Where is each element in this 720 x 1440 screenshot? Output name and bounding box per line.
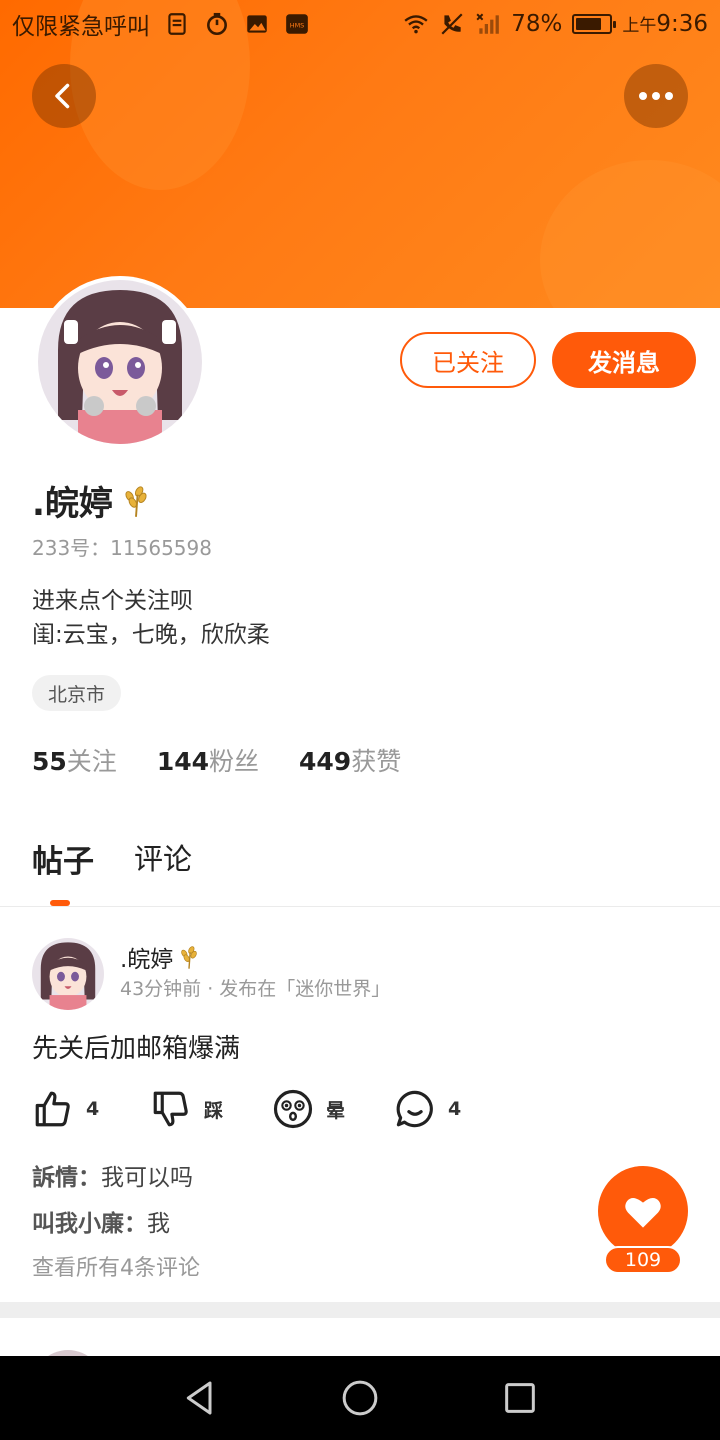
svg-text:HMS: HMS bbox=[290, 21, 305, 29]
more-dots-icon bbox=[639, 92, 673, 100]
like-count-badge: 109 bbox=[604, 1246, 682, 1274]
post-author-name[interactable]: .皖婷 bbox=[120, 940, 203, 974]
heart-icon bbox=[625, 1198, 661, 1228]
stopwatch-icon bbox=[204, 11, 230, 37]
system-nav-bar bbox=[0, 1356, 720, 1440]
nav-back-icon[interactable] bbox=[180, 1378, 220, 1418]
bio: 进来点个关注呗 闺:云宝，七晚，欣欣柔 bbox=[32, 588, 270, 648]
comment-preview[interactable]: 訴情：我可以吗 bbox=[32, 1158, 193, 1192]
clock: 上午9:36 bbox=[622, 11, 708, 37]
post-actions: 4 踩 晕 4 bbox=[32, 1088, 512, 1130]
wheat-badge-icon bbox=[181, 946, 198, 969]
wheat-badge-icon bbox=[125, 485, 147, 517]
nav-recents-icon[interactable] bbox=[500, 1378, 540, 1418]
tab-comments[interactable]: 评论 bbox=[134, 836, 192, 881]
thumbs-up-icon bbox=[35, 1091, 70, 1127]
send-message-button[interactable]: 发消息 bbox=[552, 332, 696, 388]
location-tag: 北京市 bbox=[32, 675, 122, 711]
stat-likes: 449获赞 bbox=[299, 747, 402, 776]
nav-home-icon[interactable] bbox=[340, 1378, 380, 1418]
like-fab-button[interactable] bbox=[598, 1166, 688, 1256]
profile-avatar[interactable] bbox=[34, 276, 206, 448]
dislike-button[interactable]: 踩 bbox=[150, 1088, 272, 1130]
comment-preview[interactable]: 叫我小廉：我 bbox=[32, 1204, 170, 1238]
thumbs-down-icon bbox=[153, 1091, 188, 1127]
like-button[interactable]: 4 bbox=[32, 1088, 150, 1130]
view-all-comments-link[interactable]: 查看所有4条评论 bbox=[32, 1250, 200, 1282]
stats-row: 55关注 144粉丝 449获赞 bbox=[32, 742, 401, 778]
dizzy-button[interactable]: 晕 bbox=[272, 1088, 394, 1130]
username: .皖婷 bbox=[32, 476, 155, 525]
battery-icon bbox=[572, 14, 617, 34]
post-content[interactable]: 先关后加邮箱爆满 bbox=[32, 1028, 240, 1065]
stat-following[interactable]: 55关注 bbox=[32, 742, 117, 778]
section-separator bbox=[0, 1302, 720, 1318]
more-button[interactable] bbox=[624, 64, 688, 128]
tab-posts[interactable]: 帖子 bbox=[32, 836, 94, 881]
post-meta: 43分钟前 · 发布在「迷你世界」 bbox=[120, 978, 391, 1000]
post-author-avatar[interactable] bbox=[32, 938, 104, 1010]
call-blocked-icon bbox=[439, 11, 465, 37]
dizzy-face-icon bbox=[273, 1089, 313, 1129]
back-button[interactable] bbox=[32, 64, 96, 128]
wifi-icon bbox=[403, 11, 429, 37]
status-bar: 仅限紧急呼叫 HMS 78% 上午9:36 bbox=[0, 0, 720, 48]
clipboard-icon bbox=[164, 11, 190, 37]
profile-tabs: 帖子 评论 bbox=[32, 836, 192, 881]
stat-fans[interactable]: 144粉丝 bbox=[157, 742, 259, 778]
carrier-text: 仅限紧急呼叫 bbox=[12, 14, 150, 40]
comment-button[interactable]: 4 bbox=[394, 1088, 512, 1130]
battery-percent: 78% bbox=[511, 11, 563, 37]
signal-icon bbox=[475, 11, 501, 37]
hms-icon: HMS bbox=[284, 11, 310, 37]
divider bbox=[0, 906, 720, 907]
chevron-left-icon bbox=[55, 83, 70, 109]
gallery-icon bbox=[244, 11, 270, 37]
comment-bubble-icon bbox=[396, 1090, 433, 1128]
followed-button[interactable]: 已关注 bbox=[400, 332, 536, 388]
user-id: 233号：11565598 bbox=[32, 536, 212, 560]
